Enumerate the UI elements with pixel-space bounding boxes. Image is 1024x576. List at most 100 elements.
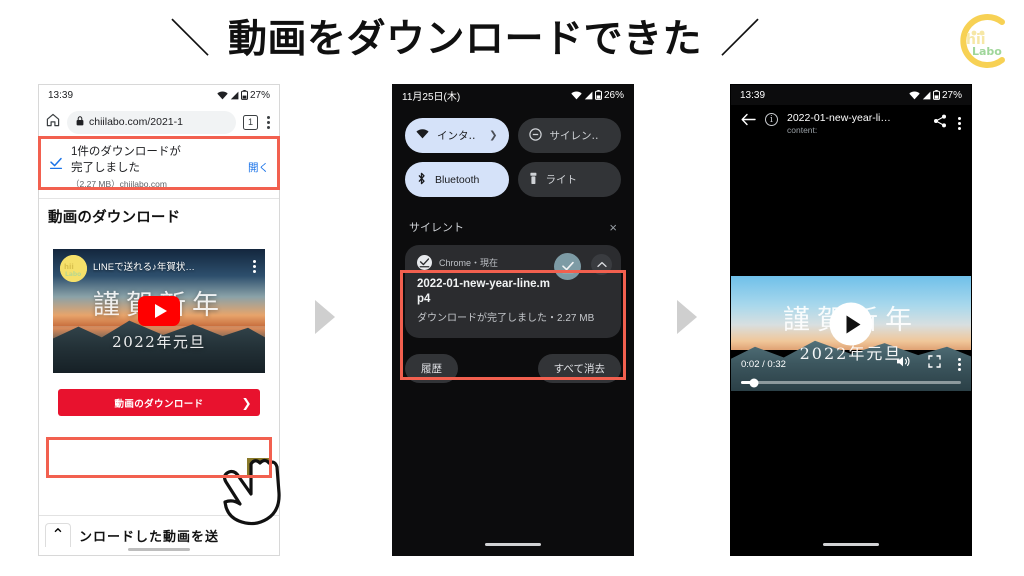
quick-tile-flashlight[interactable]: ライト bbox=[517, 162, 621, 197]
download-banner-subtitle: （2.27 MB）chiilabo.com bbox=[71, 179, 167, 190]
download-banner-texts: 1件のダウンロードが 完了しました （2.27 MB）chiilabo.com bbox=[71, 145, 236, 190]
video-stage[interactable]: 謹賀新年 2022年元旦 0:02 / 0:32 bbox=[731, 276, 971, 391]
wifi-icon bbox=[909, 91, 920, 100]
home-icon[interactable] bbox=[46, 113, 60, 132]
battery-percent: 26% bbox=[603, 89, 624, 101]
svg-text:hii: hii bbox=[64, 263, 74, 271]
quick-tile-silent[interactable]: サイレン‥ bbox=[517, 118, 621, 153]
home-indicator bbox=[485, 543, 541, 546]
signal-icon bbox=[584, 91, 593, 100]
video-topbar-icons bbox=[933, 114, 961, 133]
youtube-embed[interactable]: 謹賀新年 2022年元旦 hii Labo LINEで送れる♪年賀状… bbox=[53, 249, 265, 374]
download-banner-title-line2: 完了しました bbox=[71, 161, 140, 174]
youtube-video-title: LINEで送れる♪年賀状… bbox=[93, 262, 195, 274]
battery-icon bbox=[932, 90, 940, 100]
address-bar[interactable]: chiilabo.com/2021-1 bbox=[67, 110, 236, 134]
decorative-slash-right: ／ bbox=[720, 17, 760, 61]
flashlight-icon bbox=[529, 172, 538, 188]
history-button[interactable]: 履歴 bbox=[405, 353, 458, 383]
chevron-up-icon[interactable] bbox=[591, 254, 612, 275]
youtube-play-icon[interactable] bbox=[138, 296, 180, 327]
video-seek-bar[interactable] bbox=[741, 378, 961, 387]
video-title-block: 2022-01-new-year-li… content: bbox=[787, 112, 924, 135]
step-arrow-1-to-2 bbox=[315, 300, 335, 334]
wifi-icon bbox=[217, 91, 228, 100]
video-timestamp: 0:02 / 0:32 bbox=[741, 358, 786, 370]
download-open-link[interactable]: 開く bbox=[244, 160, 269, 175]
video-controls-row: 0:02 / 0:32 bbox=[741, 355, 961, 373]
chevron-up-icon[interactable]: ⌃ bbox=[45, 522, 71, 547]
pointing-hand-icon bbox=[213, 448, 299, 556]
chiilabo-logo: hii Labo bbox=[946, 10, 1016, 72]
header: ＼ 動画をダウンロードできた ／ hii Labo bbox=[0, 0, 1024, 78]
quick-tile-silent-label: サイレン‥ bbox=[549, 130, 599, 142]
lock-icon bbox=[76, 115, 84, 129]
video-control-icons bbox=[896, 355, 961, 373]
address-bar-url: chiilabo.com/2021-1 bbox=[89, 116, 183, 128]
battery-percent: 27% bbox=[941, 89, 962, 101]
video-seek-knob[interactable] bbox=[749, 378, 759, 387]
status-right: 27% bbox=[909, 90, 962, 101]
battery-icon bbox=[594, 90, 602, 100]
phone-screen-3-video-player: 13:39 27% i 2022-01-new-year-li… content… bbox=[730, 84, 972, 556]
download-complete-banner[interactable]: 1件のダウンロードが 完了しました （2.27 MB）chiilabo.com … bbox=[39, 139, 279, 200]
notification-card-download[interactable]: Chrome・現在 2022-01-new-year-line.mp4 ダウンロ… bbox=[405, 245, 621, 338]
quick-settings-tiles: インタ‥ ❯ サイレン‥ Bluetooth ライト bbox=[405, 118, 621, 197]
close-icon[interactable]: × bbox=[609, 220, 617, 235]
video-file-title: 2022-01-new-year-li… bbox=[787, 112, 891, 124]
tab-count-button[interactable]: 1 bbox=[243, 114, 258, 130]
download-complete-icon bbox=[417, 255, 432, 270]
notification-title: 2022-01-new-year-line.mp4 bbox=[417, 277, 609, 306]
kebab-menu-icon[interactable] bbox=[958, 357, 961, 371]
kebab-menu-icon[interactable] bbox=[265, 115, 272, 129]
bluetooth-icon bbox=[416, 172, 427, 188]
home-indicator bbox=[823, 543, 879, 546]
download-button-wrap: 動画のダウンロード ❯ bbox=[58, 389, 260, 417]
quick-settings-panel: インタ‥ ❯ サイレン‥ Bluetooth ライト サイレント × Chrom… bbox=[393, 118, 633, 383]
article-body: 動画のダウンロード 謹賀新年 2022年元旦 hii Labo LINEで送れる… bbox=[39, 199, 279, 417]
status-bar-2: 11月25日(木) 26% bbox=[393, 85, 633, 105]
wifi-icon bbox=[416, 129, 429, 142]
signal-icon bbox=[922, 91, 931, 100]
svg-text:Labo: Labo bbox=[972, 45, 1002, 58]
home-indicator bbox=[128, 548, 190, 551]
quick-tile-internet[interactable]: インタ‥ ❯ bbox=[405, 118, 509, 153]
screenshot-root: ＼ 動画をダウンロードできた ／ hii Labo 13:39 27% chii… bbox=[0, 0, 1024, 576]
shade-action-row: 履歴 すべて消去 bbox=[405, 353, 621, 383]
page-title: 動画をダウンロードできた bbox=[227, 16, 702, 62]
battery-icon bbox=[240, 90, 248, 100]
notification-action-download-icon[interactable] bbox=[554, 253, 581, 280]
notification-title-line1: 2022-01-new-yea bbox=[417, 278, 509, 290]
signal-icon bbox=[230, 91, 239, 100]
back-arrow-icon[interactable] bbox=[741, 113, 756, 129]
chevron-right-icon[interactable]: ❯ bbox=[489, 130, 497, 141]
download-complete-icon bbox=[49, 156, 63, 175]
chiilabo-logo-icon: hii Labo bbox=[60, 255, 87, 283]
notification-body: ダウンロードが完了しました・2.27 MB bbox=[417, 313, 595, 325]
download-video-button-label: 動画のダウンロード bbox=[114, 398, 204, 410]
play-icon[interactable] bbox=[829, 302, 873, 346]
article-heading: 動画のダウンロード bbox=[48, 210, 181, 227]
chrome-toolbar: chiilabo.com/2021-1 1 bbox=[39, 105, 279, 139]
quick-tile-bluetooth-label: Bluetooth bbox=[435, 173, 480, 186]
kebab-menu-icon[interactable] bbox=[958, 117, 961, 130]
svg-text:Labo: Labo bbox=[65, 271, 81, 278]
kebab-menu-icon[interactable] bbox=[253, 260, 256, 274]
quick-tile-bluetooth[interactable]: Bluetooth bbox=[405, 162, 509, 197]
status-right: 26% bbox=[571, 90, 624, 101]
clear-all-button[interactable]: すべて消去 bbox=[537, 353, 621, 383]
quick-tile-flashlight-label: ライト bbox=[545, 174, 578, 186]
notification-app-line: Chrome・現在 bbox=[439, 258, 499, 268]
status-bar-1: 13:39 27% bbox=[39, 85, 279, 105]
bottom-strip-text: ンロードした動画を送 bbox=[79, 529, 220, 544]
download-video-button[interactable]: 動画のダウンロード ❯ bbox=[58, 389, 260, 417]
status-time: 13:39 bbox=[740, 89, 766, 101]
video-player-topbar: i 2022-01-new-year-li… content: bbox=[731, 105, 971, 135]
video-overlay-sub: 2022年元旦 bbox=[112, 333, 206, 352]
info-icon[interactable]: i bbox=[765, 113, 778, 126]
fullscreen-icon[interactable] bbox=[928, 355, 941, 373]
do-not-disturb-icon bbox=[528, 127, 542, 144]
status-time: 13:39 bbox=[48, 89, 74, 101]
share-icon[interactable] bbox=[933, 114, 947, 133]
volume-icon[interactable] bbox=[896, 355, 911, 373]
